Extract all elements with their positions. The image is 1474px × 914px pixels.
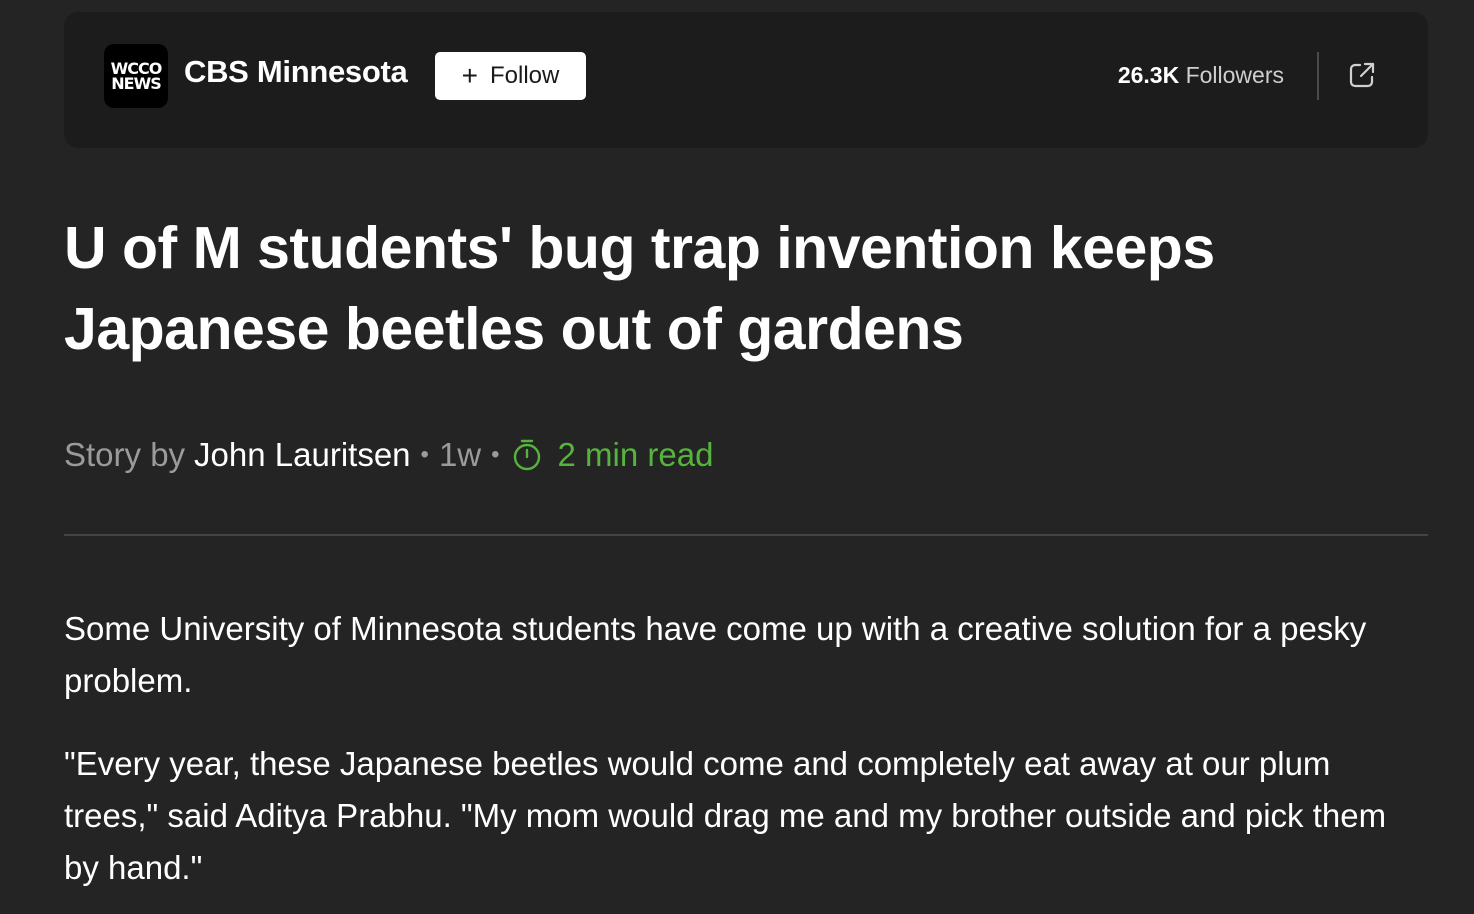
followers-label: Followers <box>1185 62 1284 88</box>
article-headline: U of M students' bug trap invention keep… <box>64 215 1215 362</box>
read-time: 2 min read <box>557 436 714 473</box>
follow-button-label: Follow <box>490 62 560 89</box>
author-link[interactable]: John Lauritsen <box>194 436 410 474</box>
article-paragraph: Some University of Minnesota students ha… <box>64 610 1367 699</box>
logo-text-line2: NEWS <box>111 74 161 93</box>
publisher-logo[interactable]: WCCO NEWS <box>104 44 168 108</box>
article-page: WCCO NEWS CBS Minnesota + Follow 26.3K F… <box>0 0 1474 914</box>
followers-count: 26.3K Followers <box>1118 62 1284 89</box>
external-link-icon[interactable] <box>1346 59 1378 91</box>
publisher-bar: WCCO NEWS CBS Minnesota + Follow 26.3K F… <box>64 12 1428 148</box>
byline-prefix: Story by <box>64 436 186 473</box>
followers-number: 26.3K <box>1117 62 1180 88</box>
publisher-name[interactable]: CBS Minnesota <box>184 54 408 90</box>
timer-icon <box>513 439 540 471</box>
article-age: 1w <box>438 436 482 473</box>
byline: Story by John Lauritsen • 1w • 2 min rea… <box>64 433 713 477</box>
plus-icon: + <box>461 60 478 91</box>
divider <box>1317 52 1319 100</box>
follow-button[interactable]: + Follow <box>435 52 586 100</box>
section-divider <box>64 534 1428 536</box>
separator-dot: • <box>491 441 500 468</box>
article-paragraph: "Every year, these Japanese beetles woul… <box>64 745 1387 886</box>
separator-dot: • <box>420 441 429 468</box>
